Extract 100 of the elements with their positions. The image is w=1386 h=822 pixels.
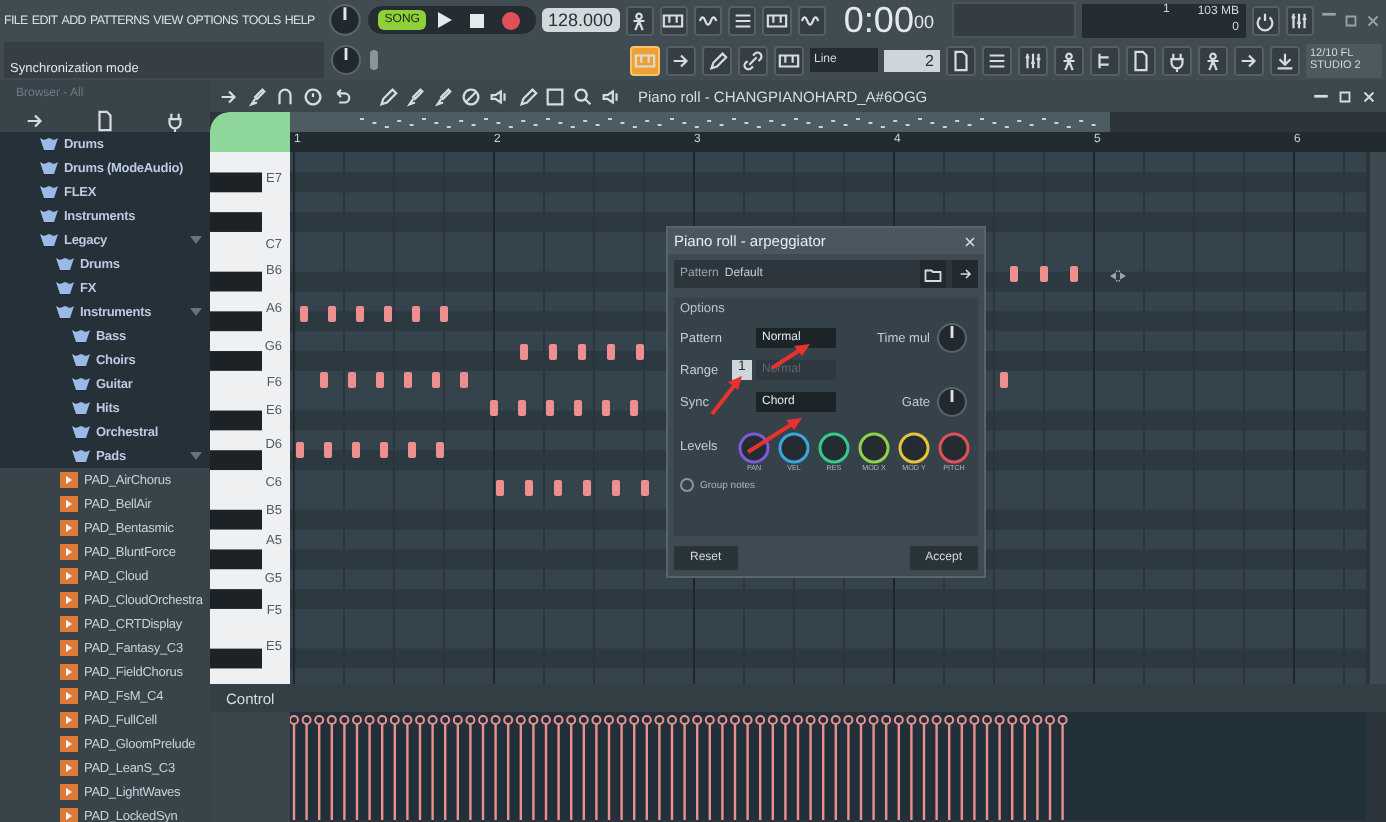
folder-icon	[924, 265, 942, 283]
toolbar-button[interactable]	[625, 5, 654, 35]
toolbar-button[interactable]	[797, 5, 826, 35]
toolbar-button[interactable]	[774, 45, 804, 75]
link-icon	[742, 49, 764, 71]
piano-icon	[634, 49, 656, 71]
arrow-icon	[24, 109, 46, 131]
cursor-icon	[1110, 270, 1126, 282]
group-notes-checkbox[interactable]	[680, 478, 694, 492]
toolbar-button[interactable]	[1198, 45, 1228, 75]
close-icon	[1360, 87, 1378, 105]
song-time: 0:00	[843, 2, 914, 38]
arrow-icon	[957, 266, 973, 282]
master-pitch-knob[interactable]	[330, 44, 362, 76]
toolbar-button[interactable]	[1090, 45, 1120, 75]
level-knob[interactable]	[778, 432, 810, 464]
annotation-arrow	[710, 376, 742, 416]
toolbar-button[interactable]	[1162, 45, 1192, 75]
master-volume-knob[interactable]	[328, 2, 363, 38]
file-icon	[60, 760, 78, 776]
file-icon	[60, 808, 78, 822]
document-icon	[950, 49, 972, 71]
file-icon	[60, 784, 78, 800]
level-knob[interactable]	[898, 432, 930, 464]
preset-menu-button[interactable]	[952, 260, 978, 288]
toolbar-button[interactable]	[693, 5, 723, 35]
speaker-icon	[488, 85, 510, 107]
song-time-fraction: 00	[913, 12, 934, 32]
time-mul-knob[interactable]	[936, 322, 968, 354]
toolbar-button[interactable]	[738, 45, 768, 75]
maximize-icon	[1342, 11, 1360, 29]
mixer-icon	[1022, 49, 1044, 71]
file-icon	[60, 688, 78, 704]
pitch-slider-icon[interactable]	[368, 50, 380, 70]
minimize-icon	[1320, 11, 1338, 16]
notes-drawing[interactable]	[296, 306, 649, 496]
toolbar-button[interactable]	[762, 5, 792, 35]
step-field[interactable]: 2	[884, 49, 940, 71]
document-icon	[94, 109, 116, 131]
toolbar-button[interactable]	[1285, 5, 1314, 35]
file-icon	[60, 520, 78, 536]
file-icon	[60, 640, 78, 656]
arrow-icon	[670, 49, 692, 71]
typing-keyboard-button[interactable]	[630, 45, 660, 75]
toolbar-button[interactable]	[659, 5, 688, 35]
mixer-icon	[1288, 9, 1311, 31]
toolbar-button[interactable]	[1234, 45, 1264, 75]
tempo-field[interactable]: 128.000	[541, 8, 620, 32]
minimize-icon	[1312, 93, 1330, 99]
toolbar-button[interactable]	[982, 45, 1012, 75]
toolbar-button[interactable]	[1251, 5, 1280, 35]
toolbar-button[interactable]	[1270, 45, 1300, 75]
close-icon	[1364, 11, 1382, 29]
file-icon	[60, 664, 78, 680]
pencil-icon	[376, 85, 398, 107]
file-icon	[60, 712, 78, 728]
toolbar-button[interactable]	[1018, 45, 1048, 75]
plug-icon	[1166, 49, 1188, 71]
notes-drawing[interactable]	[1000, 266, 1078, 388]
file-icon	[60, 544, 78, 560]
person-icon	[628, 9, 651, 31]
download-icon	[1274, 49, 1296, 71]
toolbar-button[interactable]	[1126, 45, 1156, 75]
power-icon	[1254, 9, 1277, 31]
bars-icon	[986, 49, 1008, 71]
arrow-icon	[1238, 49, 1260, 71]
file-icon	[60, 736, 78, 752]
file-icon	[60, 568, 78, 584]
person-icon	[1202, 49, 1224, 71]
slash-icon	[460, 85, 482, 107]
pattern-corner	[210, 112, 290, 152]
zoom-icon	[572, 85, 594, 107]
close-icon	[962, 233, 978, 249]
vertical-scrollbar[interactable]	[1370, 152, 1386, 684]
maximize-icon	[1336, 87, 1354, 105]
level-knob[interactable]	[938, 432, 970, 464]
brush-icon	[404, 85, 426, 107]
toolbar-button[interactable]	[702, 45, 732, 75]
piano-icon	[778, 49, 800, 71]
toolbar-button[interactable]	[728, 5, 757, 35]
close-button[interactable]	[962, 233, 978, 249]
open-preset-button[interactable]	[920, 260, 946, 288]
select-icon	[544, 85, 566, 107]
gate-knob[interactable]	[936, 386, 968, 418]
document-icon	[1130, 49, 1152, 71]
level-knob[interactable]	[858, 432, 890, 464]
file-icon	[60, 616, 78, 632]
person-icon	[1058, 49, 1080, 71]
file-icon	[60, 592, 78, 608]
toolbar-button[interactable]	[1054, 45, 1084, 75]
bars-icon	[731, 9, 754, 31]
toolbar-button[interactable]	[946, 45, 976, 75]
brush-icon	[246, 85, 268, 107]
piano-icon	[766, 9, 789, 31]
piano-keyboard-drawing[interactable]	[210, 152, 290, 684]
level-knob[interactable]	[818, 432, 850, 464]
speaker-icon	[600, 85, 622, 107]
toolbar-button[interactable]	[666, 45, 696, 75]
velocity-bars-drawing[interactable]	[290, 715, 1068, 820]
arrow-icon	[218, 85, 240, 107]
